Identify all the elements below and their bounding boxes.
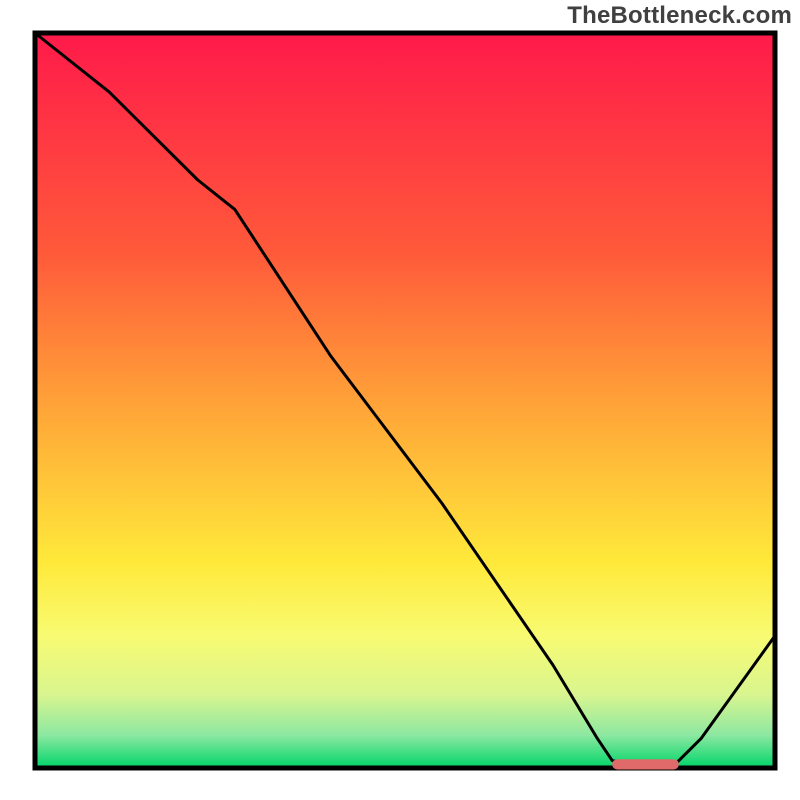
chart-container: TheBottleneck.com [0, 0, 800, 800]
bottleneck-chart [0, 0, 800, 800]
target-range-marker [612, 759, 679, 769]
plot-area-bg [35, 33, 775, 768]
attribution-watermark: TheBottleneck.com [567, 2, 792, 30]
